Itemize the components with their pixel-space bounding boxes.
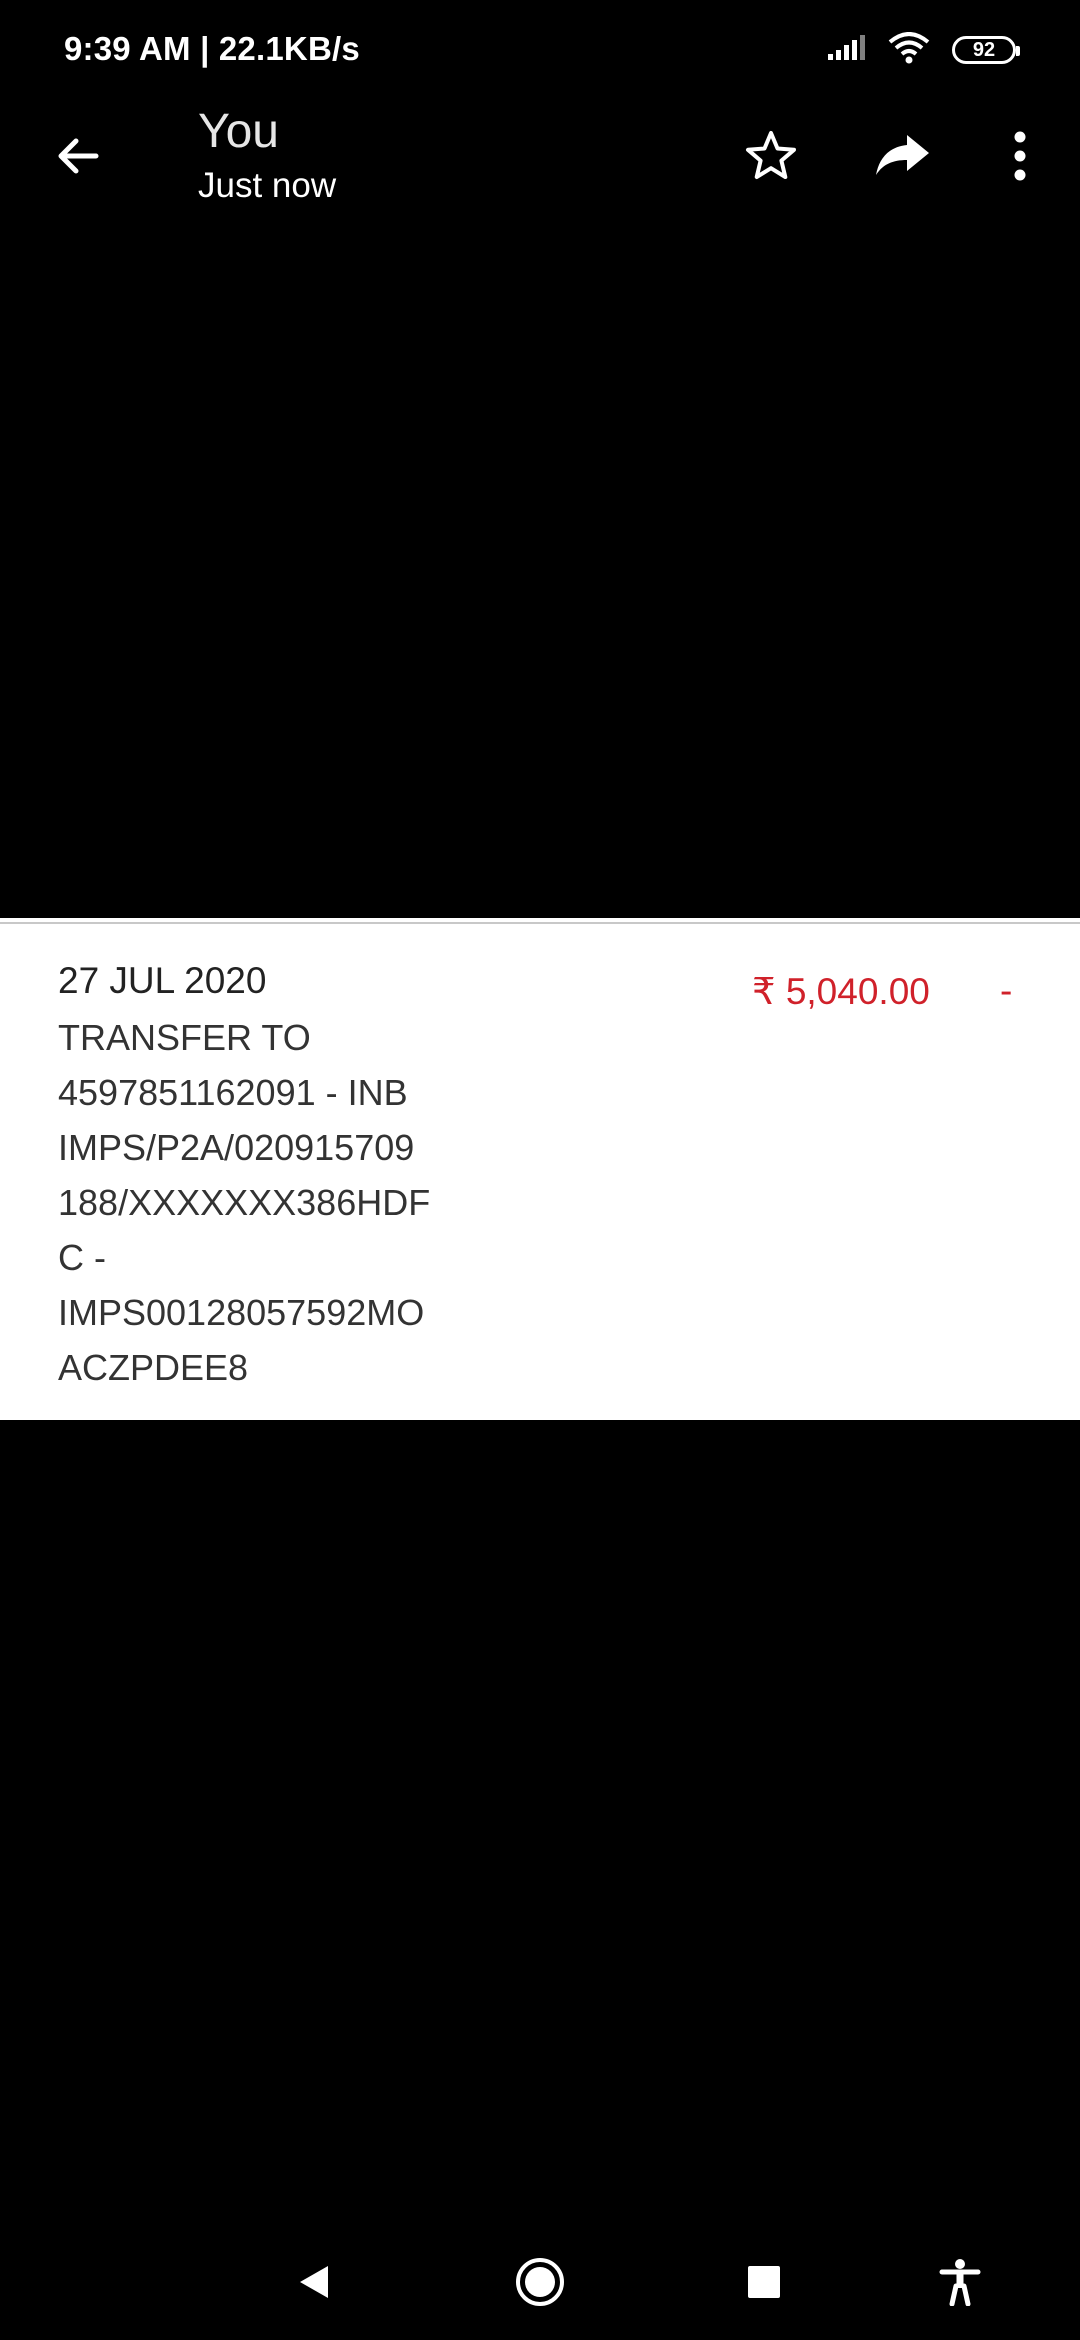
transaction-description: TRANSFER TO 4597851162091 - INB IMPS/P2A…	[58, 1010, 478, 1395]
nav-recents-button[interactable]	[724, 2244, 804, 2324]
page-subtitle: Just now	[198, 166, 337, 205]
description-line: IMPS/P2A/020915709	[58, 1127, 415, 1168]
status-time-speed: 9:39 AM | 22.1KB/s	[64, 30, 360, 67]
status-bar: 9:39 AM | 22.1KB/s 92	[0, 0, 1080, 100]
battery-level: 92	[972, 38, 996, 61]
more-options-button[interactable]	[982, 120, 1058, 196]
more-vert-icon	[1013, 130, 1027, 187]
nav-home-icon	[514, 2256, 566, 2313]
transaction-date: 27 JUL 2020	[58, 960, 267, 1001]
accessibility-button[interactable]	[920, 2244, 1000, 2324]
status-icons: 92	[826, 31, 1020, 69]
wifi-icon	[888, 31, 930, 69]
accessibility-icon	[938, 2258, 982, 2311]
nav-back-icon	[294, 2262, 334, 2307]
back-button[interactable]	[42, 122, 114, 194]
description-line: TRANSFER TO	[58, 1017, 311, 1058]
share-button[interactable]	[864, 120, 940, 196]
transaction-image[interactable]: 27 JUL 2020 TRANSFER TO 4597851162091 - …	[0, 918, 1080, 1420]
description-line: 188/XXXXXXX386HDF	[58, 1182, 431, 1223]
battery-icon: 92	[952, 36, 1020, 64]
signal-icon	[826, 34, 866, 67]
description-line: C -	[58, 1237, 106, 1278]
description-line: ACZPDEE8	[58, 1347, 249, 1388]
back-arrow-icon	[54, 132, 102, 185]
transaction-amount: ₹ 5,040.00	[752, 971, 930, 1012]
star-icon	[744, 129, 798, 188]
description-line: 4597851162091 - INB	[58, 1072, 408, 1113]
star-button[interactable]	[733, 120, 809, 196]
navigation-bar	[0, 2230, 1080, 2340]
app-bar: You Just now	[0, 100, 1080, 220]
nav-back-button[interactable]	[274, 2244, 354, 2324]
title-block: You Just now	[198, 104, 336, 210]
page-title: You	[198, 105, 279, 158]
share-icon	[873, 131, 931, 186]
nav-recents-icon	[746, 2264, 782, 2305]
transaction-dash: -	[1000, 970, 1013, 1011]
nav-home-button[interactable]	[500, 2244, 580, 2324]
description-line: IMPS00128057592MO	[58, 1292, 425, 1333]
divider	[0, 922, 1080, 924]
